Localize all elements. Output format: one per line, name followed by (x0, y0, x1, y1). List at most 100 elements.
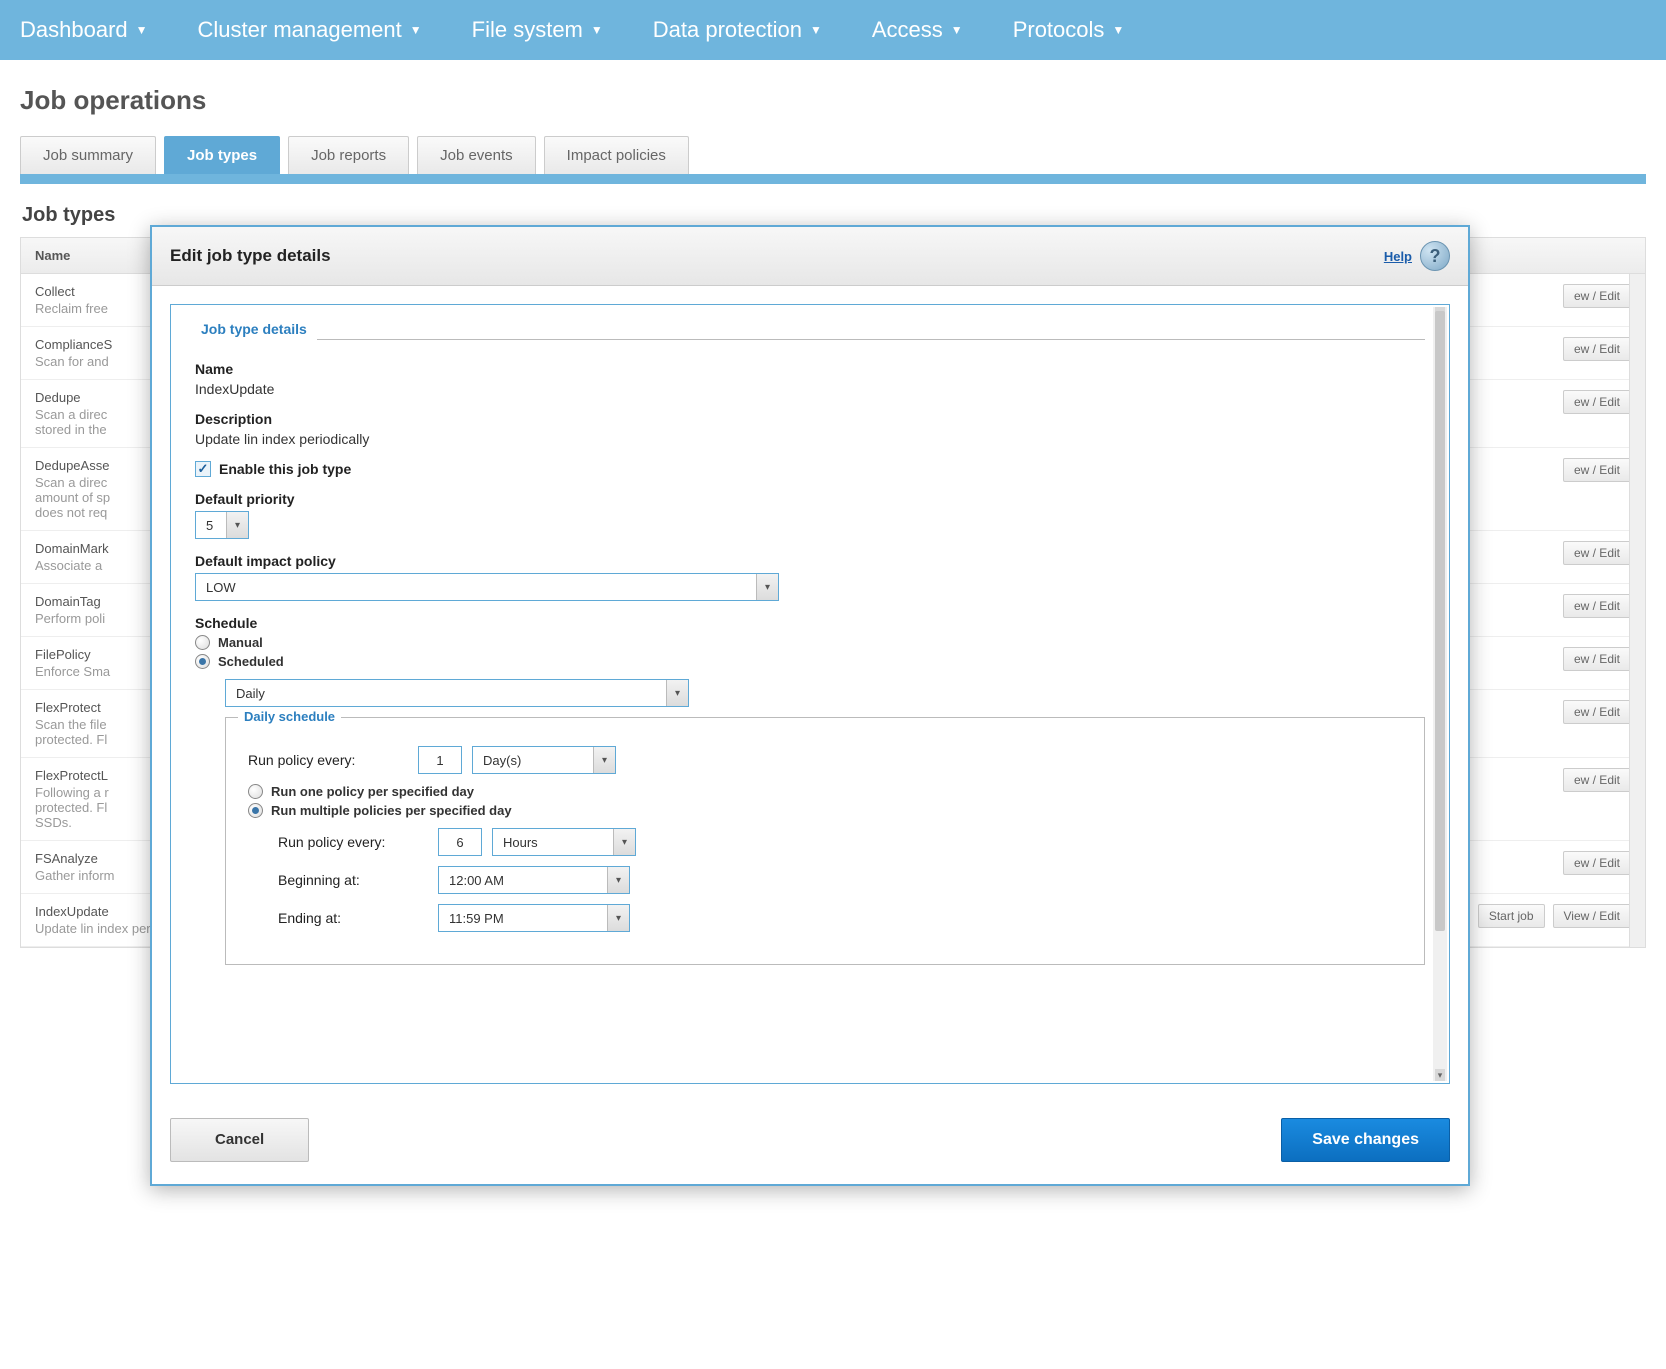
modal-title: Edit job type details (170, 246, 331, 266)
schedule-scheduled-radio-row[interactable]: Scheduled (195, 654, 1425, 669)
nav-label: Data protection (653, 17, 802, 43)
run-multiple-policies-radio-row[interactable]: Run multiple policies per specified day (248, 803, 1402, 818)
description-value: Update lin index periodically (195, 431, 369, 447)
dropdown-icon[interactable]: ▾ (593, 747, 615, 773)
view-edit-button[interactable]: ew / Edit (1563, 541, 1631, 565)
nav-data-protection[interactable]: Data protection ▼ (653, 17, 822, 43)
beginning-at-select[interactable]: 12:00 AM ▾ (438, 866, 630, 894)
radio-manual[interactable] (195, 635, 210, 650)
caret-down-icon: ▼ (591, 23, 603, 37)
help-link[interactable]: Help (1384, 249, 1412, 264)
nav-access[interactable]: Access ▼ (872, 17, 963, 43)
run-every-label: Run policy every: (248, 752, 408, 768)
select-value: 12:00 AM (439, 867, 607, 893)
ending-at-label: Ending at: (278, 910, 428, 926)
help-icon[interactable]: ? (1420, 241, 1450, 271)
modal-scrollbar[interactable]: ▴ ▾ (1433, 307, 1447, 1081)
inner-run-every-input[interactable]: 6 (438, 828, 482, 856)
name-label: Name (195, 361, 1425, 377)
view-edit-button[interactable]: ew / Edit (1563, 768, 1631, 792)
run-every-days-input[interactable]: 1 (418, 746, 462, 774)
radio-scheduled[interactable] (195, 654, 210, 669)
caret-down-icon: ▼ (810, 23, 822, 37)
daily-legend: Daily schedule (238, 709, 341, 724)
enable-job-type-checkbox-row[interactable]: ✓ Enable this job type (195, 461, 1425, 477)
nav-label: Access (872, 17, 943, 43)
scroll-down-icon[interactable]: ▾ (1435, 1069, 1445, 1081)
select-value: 11:59 PM (439, 905, 607, 931)
daily-schedule-fieldset: Daily schedule Run policy every: 1 Day(s… (225, 717, 1425, 965)
radio-run-multiple[interactable] (248, 803, 263, 818)
job-type-details-fieldset: Job type details Name IndexUpdate Descri… (195, 331, 1425, 965)
modal-footer: Cancel Save changes (152, 1102, 1468, 1184)
select-value: LOW (196, 574, 756, 600)
top-navigation: Dashboard▼ Cluster management▼ File syst… (0, 0, 1666, 60)
modal-header: Edit job type details Help ? (152, 227, 1468, 286)
dropdown-icon[interactable]: ▾ (607, 867, 629, 893)
run-multiple-label: Run multiple policies per specified day (271, 803, 512, 818)
check-icon: ✓ (198, 461, 209, 477)
run-every-days-unit-select[interactable]: Day(s) ▾ (472, 746, 616, 774)
dropdown-icon[interactable]: ▾ (666, 680, 688, 706)
run-one-label: Run one policy per specified day (271, 784, 474, 799)
tab-job-summary[interactable]: Job summary (20, 136, 156, 174)
tab-job-types[interactable]: Job types (164, 136, 280, 174)
nav-label: Dashboard (20, 17, 128, 43)
enable-label: Enable this job type (219, 461, 351, 477)
table-scrollbar[interactable] (1629, 274, 1645, 947)
select-value: Hours (493, 829, 613, 855)
modal-body: Job type details Name IndexUpdate Descri… (152, 286, 1468, 1102)
caret-down-icon: ▼ (1112, 23, 1124, 37)
radio-run-one[interactable] (248, 784, 263, 799)
fieldset-legend: Job type details (195, 321, 313, 337)
view-edit-button[interactable]: ew / Edit (1563, 390, 1631, 414)
view-edit-button[interactable]: ew / Edit (1563, 647, 1631, 671)
nav-dashboard[interactable]: Dashboard ▼ (20, 17, 148, 43)
view-edit-button[interactable]: View / Edit (1553, 904, 1631, 928)
nav-label: Cluster management (198, 17, 402, 43)
dropdown-icon[interactable]: ▾ (607, 905, 629, 931)
dropdown-icon[interactable]: ▾ (756, 574, 778, 600)
caret-down-icon: ▼ (951, 23, 963, 37)
view-edit-button[interactable]: ew / Edit (1563, 700, 1631, 724)
beginning-at-label: Beginning at: (278, 872, 428, 888)
name-value: IndexUpdate (195, 381, 274, 397)
tab-job-events[interactable]: Job events (417, 136, 536, 174)
view-edit-button[interactable]: ew / Edit (1563, 284, 1631, 308)
default-impact-policy-select[interactable]: LOW ▾ (195, 573, 779, 601)
save-changes-button[interactable]: Save changes (1281, 1118, 1450, 1162)
schedule-label: Schedule (195, 615, 1425, 631)
view-edit-button[interactable]: ew / Edit (1563, 851, 1631, 875)
default-impact-policy-label: Default impact policy (195, 553, 1425, 569)
view-edit-button[interactable]: ew / Edit (1563, 337, 1631, 361)
enable-checkbox[interactable]: ✓ (195, 461, 211, 477)
schedule-frequency-select[interactable]: Daily ▾ (225, 679, 689, 707)
default-priority-select[interactable]: 5 ▾ (195, 511, 249, 539)
tab-job-reports[interactable]: Job reports (288, 136, 409, 174)
inner-run-every-label: Run policy every: (278, 834, 428, 850)
tab-impact-policies[interactable]: Impact policies (544, 136, 689, 174)
dropdown-icon[interactable]: ▾ (613, 829, 635, 855)
start-job-button[interactable]: Start job (1478, 904, 1545, 928)
default-priority-label: Default priority (195, 491, 1425, 507)
view-edit-button[interactable]: ew / Edit (1563, 458, 1631, 482)
ending-at-select[interactable]: 11:59 PM ▾ (438, 904, 630, 932)
select-value: 5 (196, 512, 226, 538)
select-value: Day(s) (473, 747, 593, 773)
tab-accent-bar (20, 174, 1646, 184)
cancel-button[interactable]: Cancel (170, 1118, 309, 1162)
page-title: Job operations (0, 60, 1666, 136)
caret-down-icon: ▼ (136, 23, 148, 37)
modal-help-group: Help ? (1384, 241, 1450, 271)
dropdown-icon[interactable]: ▾ (226, 512, 248, 538)
inner-run-every-unit-select[interactable]: Hours ▾ (492, 828, 636, 856)
nav-protocols[interactable]: Protocols▼ (1013, 17, 1125, 43)
scroll-thumb[interactable] (1435, 311, 1445, 931)
description-label: Description (195, 411, 1425, 427)
nav-cluster-management[interactable]: Cluster management▼ (198, 17, 422, 43)
nav-label: File system (472, 17, 583, 43)
nav-file-system[interactable]: File system ▼ (472, 17, 603, 43)
schedule-manual-radio-row[interactable]: Manual (195, 635, 1425, 650)
view-edit-button[interactable]: ew / Edit (1563, 594, 1631, 618)
run-one-policy-radio-row[interactable]: Run one policy per specified day (248, 784, 1402, 799)
